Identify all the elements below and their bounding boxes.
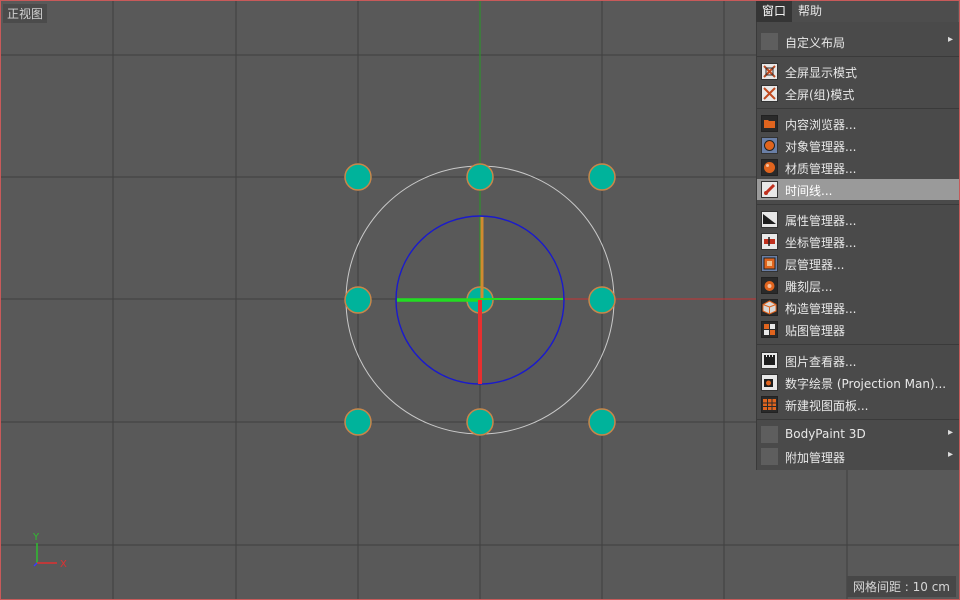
handle-point [466, 408, 494, 436]
fullscreen-icon [761, 63, 778, 80]
sculpt-layer-icon [761, 277, 778, 294]
menu-help[interactable]: 帮助 [792, 1, 828, 22]
coordinate-manager-icon [761, 233, 778, 250]
menu-item-structure-manager[interactable]: 构造管理器... [757, 297, 959, 318]
new-view-panel-icon [761, 396, 778, 413]
menu-item-fullscreen-group[interactable]: 全屏(组)模式 [757, 83, 959, 104]
handle-point [344, 163, 372, 191]
menu-item-label: 时间线... [785, 184, 833, 198]
submenu-arrow-icon: ▸ [947, 427, 953, 438]
timeline-icon [761, 181, 778, 198]
menu-item-label: 坐标管理器... [785, 236, 857, 250]
fullscreen-group-icon [761, 85, 778, 102]
menu-item-projection-man[interactable]: 数字绘景 (Projection Man)... [757, 372, 959, 393]
object-manager-icon [761, 137, 778, 154]
menu-item-label: 数字绘景 (Projection Man)... [785, 377, 947, 391]
handle-point [344, 408, 372, 436]
structure-manager-icon [761, 299, 778, 316]
menu-item-custom-layout[interactable]: 自定义布局 ▸ [757, 31, 959, 52]
menu-item-label: 附加管理器 [785, 451, 846, 465]
menu-item-label: BodyPaint 3D [785, 427, 866, 441]
attribute-manager-icon [761, 211, 778, 228]
menu-item-label: 贴图管理器 [785, 324, 846, 338]
menu-item-picture-viewer[interactable]: 图片查看器... [757, 350, 959, 371]
layer-manager-icon [761, 255, 778, 272]
menu-item-material-manager[interactable]: 材质管理器... [757, 157, 959, 178]
blank-icon [761, 448, 778, 465]
menu-item-label: 全屏(组)模式 [785, 88, 855, 102]
content-browser-icon [761, 115, 778, 132]
menu-item-label: 构造管理器... [785, 302, 857, 316]
menu-item-label: 对象管理器... [785, 140, 857, 154]
menu-item-fullscreen[interactable]: 全屏显示模式 [757, 61, 959, 82]
handle-point [588, 163, 616, 191]
menu-bar: 窗口 帮助 [756, 1, 958, 22]
menu-item-label: 属性管理器... [785, 214, 857, 228]
menu-item-label: 层管理器... [785, 258, 845, 272]
grid-distance-label: 网格间距 : 10 cm [846, 576, 956, 597]
menu-separator [757, 56, 959, 57]
menu-item-label: 内容浏览器... [785, 118, 857, 132]
picture-viewer-icon [761, 352, 778, 369]
menu-item-layer-manager[interactable]: 层管理器... [757, 253, 959, 274]
texture-manager-icon [761, 321, 778, 338]
handle-point [344, 286, 372, 314]
submenu-arrow-icon: ▸ [947, 34, 953, 45]
menu-item-label: 新建视图面板... [785, 399, 869, 413]
menu-item-sculpt-layer[interactable]: 雕刻层... [757, 275, 959, 296]
handle-point [466, 163, 494, 191]
handle-point [588, 286, 616, 314]
menu-separator [757, 344, 959, 345]
menu-item-label: 材质管理器... [785, 162, 857, 176]
menu-item-timeline[interactable]: 时间线... [757, 179, 959, 200]
projection-man-icon [761, 374, 778, 391]
menu-window[interactable]: 窗口 [756, 1, 793, 22]
submenu-arrow-icon: ▸ [947, 449, 953, 460]
menu-item-content-browser[interactable]: 内容浏览器... [757, 113, 959, 134]
menu-separator [757, 419, 959, 420]
menu-item-label: 自定义布局 [785, 36, 846, 50]
menu-item-label: 全屏显示模式 [785, 66, 858, 80]
menu-item-label: 图片查看器... [785, 355, 857, 369]
axis-x-label: X [60, 559, 67, 570]
menu-item-texture-manager[interactable]: 贴图管理器 [757, 319, 959, 340]
material-manager-icon [761, 159, 778, 176]
menu-item-new-view-panel[interactable]: 新建视图面板... [757, 394, 959, 415]
axis-y-label: Y [32, 532, 40, 543]
view-name-label[interactable]: 正视图 [3, 4, 48, 23]
menu-separator [757, 204, 959, 205]
menu-item-object-manager[interactable]: 对象管理器... [757, 135, 959, 156]
menu-item-attribute-manager[interactable]: 属性管理器... [757, 209, 959, 230]
menu-item-addon-manager[interactable]: 附加管理器 ▸ [757, 446, 959, 467]
window-menu-dropdown: 自定义布局 ▸ 全屏显示模式 全屏(组)模式 内容浏览器... 对象管理器...… [756, 22, 959, 470]
handle-point [588, 408, 616, 436]
blank-icon [761, 33, 778, 50]
menu-item-bodypaint-3d[interactable]: BodyPaint 3D ▸ [757, 424, 959, 445]
menu-separator [757, 108, 959, 109]
blank-icon [761, 426, 778, 443]
menu-item-label: 雕刻层... [785, 280, 833, 294]
menu-item-coordinate-manager[interactable]: 坐标管理器... [757, 231, 959, 252]
axis-indicator [33, 543, 57, 567]
